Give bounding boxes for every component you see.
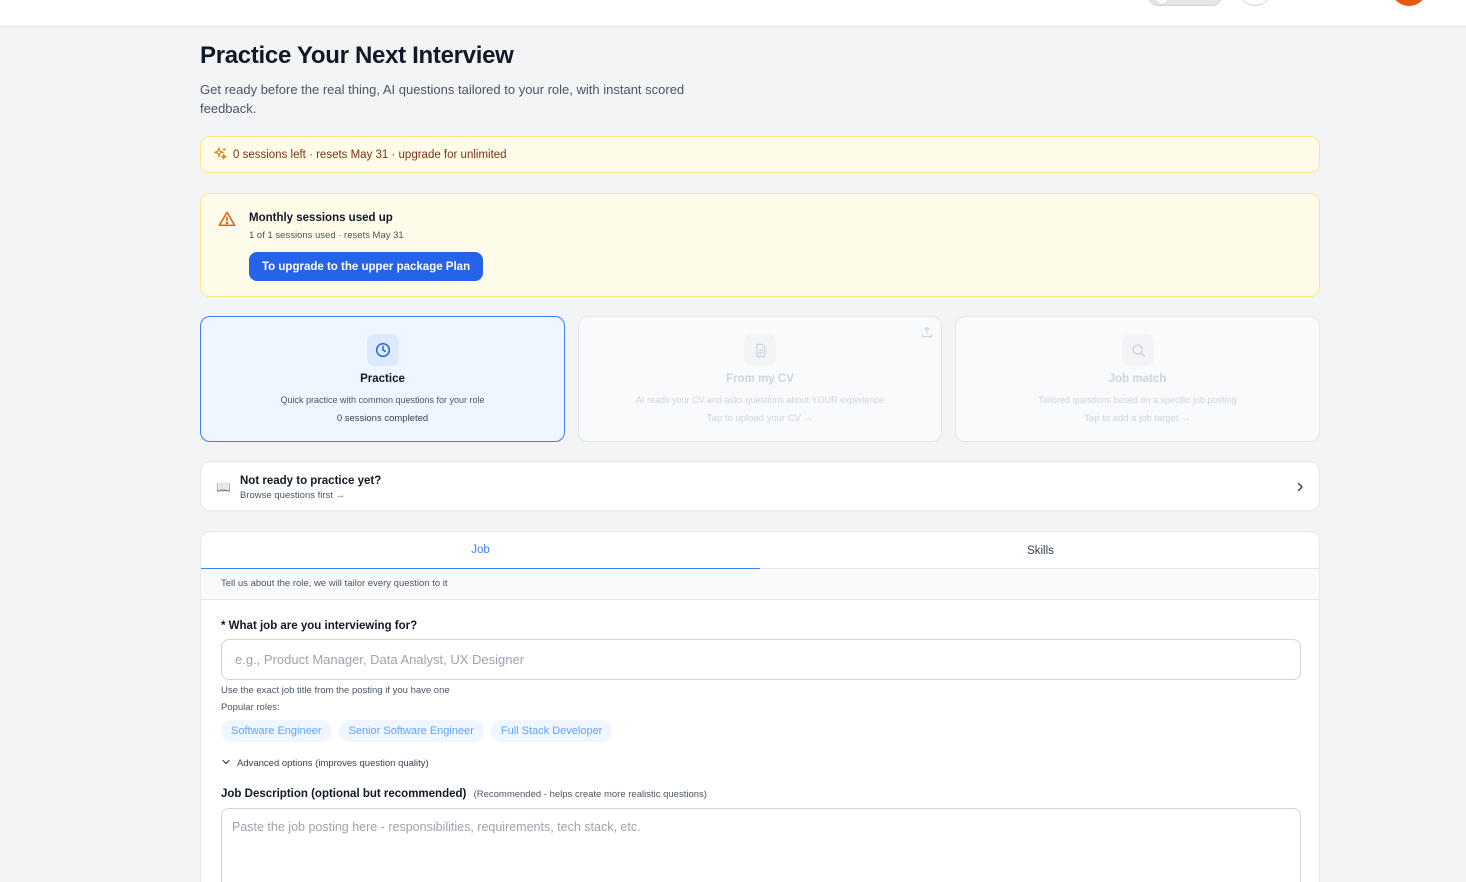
- popular-roles-label: Popular roles:: [221, 702, 280, 713]
- tab-skills[interactable]: Skills: [760, 532, 1319, 569]
- toggle-knob: [1155, 0, 1169, 5]
- role-chip-full-stack-developer[interactable]: Full Stack Developer: [490, 720, 613, 742]
- top-bar: [0, 0, 1466, 27]
- role-chip-software-engineer[interactable]: Software Engineer: [221, 720, 332, 742]
- mode-card-job-match[interactable]: Job match Tailored questions based on a …: [955, 316, 1320, 442]
- mode-footer: Tap to upload your CV →: [706, 413, 814, 424]
- advanced-options-label: Advanced options (improves question qual…: [237, 758, 429, 769]
- role-chip-senior-software-engineer[interactable]: Senior Software Engineer: [338, 720, 484, 742]
- mode-description: Quick practice with common questions for…: [280, 395, 485, 405]
- chevron-right-icon: [1294, 480, 1306, 492]
- alert-title: Monthly sessions used up: [249, 212, 393, 224]
- upgrade-button[interactable]: To upgrade to the upper package Plan: [249, 252, 484, 281]
- job-description-label-text: Job Description (optional but recommende…: [221, 788, 467, 800]
- job-title-helper: Use the exact job title from the posting…: [221, 685, 450, 696]
- page-subtitle: Get ready before the real thing, AI ques…: [200, 82, 685, 116]
- advanced-options-toggle[interactable]: Advanced options (improves question qual…: [221, 757, 429, 770]
- theme-toggle[interactable]: [1148, 0, 1222, 6]
- warning-icon: [218, 210, 236, 228]
- interview-setup-form: Job Skills Tell us about the role, we wi…: [200, 531, 1320, 882]
- notifications-button[interactable]: [1238, 0, 1272, 6]
- document-icon: [744, 334, 776, 366]
- job-description-label: Job Description (optional but recommende…: [221, 788, 707, 800]
- mode-card-from-cv[interactable]: From my CV AI reads your CV and asks que…: [578, 316, 942, 442]
- mode-description: AI reads your CV and asks questions abou…: [636, 395, 884, 405]
- mode-footer: 0 sessions completed: [336, 413, 429, 424]
- mode-card-practice[interactable]: Practice Quick practice with common ques…: [200, 316, 565, 442]
- quota-text: 0 sessions left · resets May 31 · upgrad…: [233, 148, 507, 161]
- popular-roles-list: Software Engineer Senior Software Engine…: [221, 720, 613, 742]
- book-icon: 📖: [216, 480, 231, 494]
- form-tabs: Job Skills: [201, 532, 1319, 569]
- browse-title: Not ready to practice yet?: [240, 475, 382, 487]
- job-description-recommended: (Recommended - helps create more realist…: [473, 789, 707, 800]
- upload-icon: [921, 325, 933, 338]
- browse-subtitle: Browse questions first →: [240, 490, 346, 501]
- mode-description: Tailored questions based on a specific j…: [1038, 395, 1237, 405]
- alert-subtitle: 1 of 1 sessions used · resets May 31: [249, 230, 404, 241]
- tab-hint: Tell us about the role, we will tailor e…: [201, 569, 1319, 600]
- job-title-label: * What job are you interviewing for?: [221, 620, 418, 632]
- search-icon: [1122, 334, 1154, 366]
- sessions-used-alert: Monthly sessions used up 1 of 1 sessions…: [200, 193, 1320, 297]
- quota-banner: 0 sessions left · resets May 31 · upgrad…: [200, 136, 1320, 173]
- mode-title: From my CV: [726, 373, 794, 385]
- avatar[interactable]: [1391, 0, 1427, 6]
- sparkles-icon: [213, 146, 228, 163]
- browse-questions-card[interactable]: 📖 Not ready to practice yet? Browse ques…: [200, 461, 1320, 511]
- clock-icon: [367, 334, 399, 366]
- job-title-input[interactable]: [221, 639, 1301, 680]
- mode-title: Job match: [1108, 373, 1167, 385]
- chevron-down-icon: [221, 757, 231, 770]
- page-title: Practice Your Next Interview: [200, 42, 514, 69]
- mode-footer: Tap to add a job target →: [1084, 413, 1191, 424]
- job-description-textarea[interactable]: [221, 808, 1301, 882]
- mode-title: Practice: [360, 373, 405, 385]
- tab-job[interactable]: Job: [201, 532, 760, 569]
